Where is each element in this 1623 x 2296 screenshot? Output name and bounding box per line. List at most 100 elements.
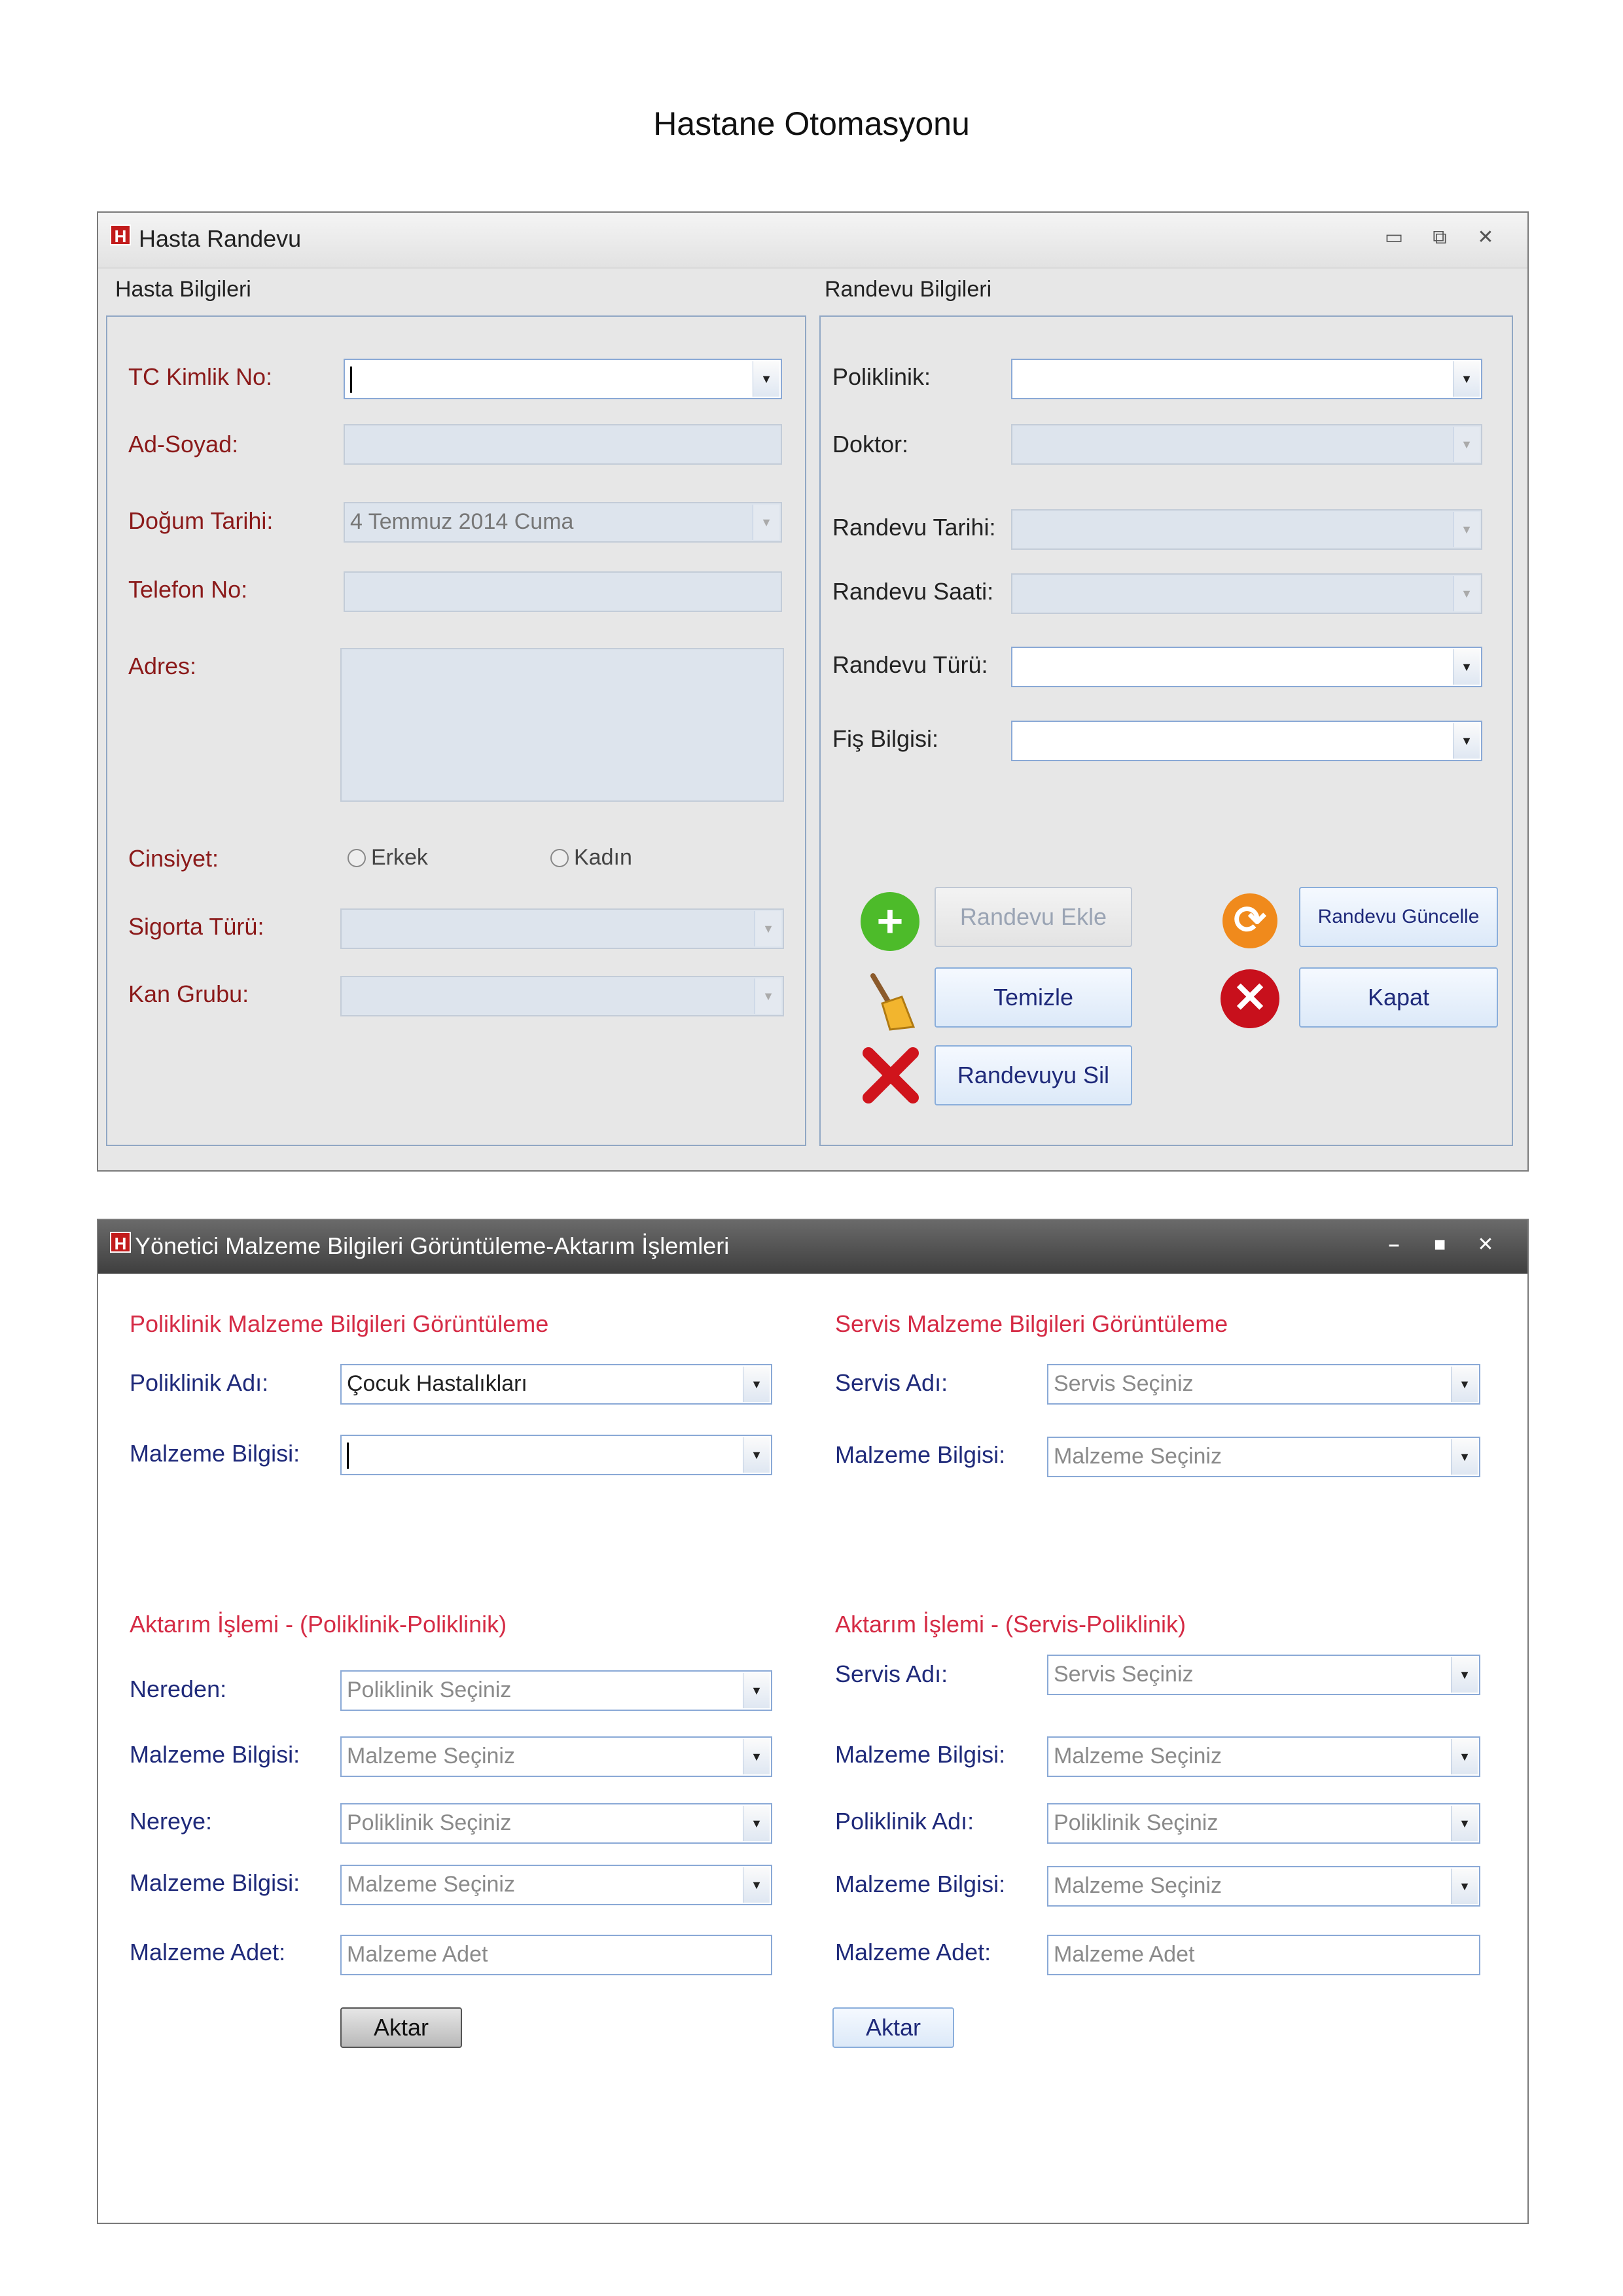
malzeme-bilgisi-field[interactable]: ▼: [340, 1435, 772, 1475]
app-logo-icon: H: [110, 224, 131, 246]
malzeme-bilgisi-label: Malzeme Bilgisi:: [130, 1440, 300, 1467]
fis-field[interactable]: ▼: [1011, 721, 1482, 761]
adres-field[interactable]: [340, 648, 784, 802]
malzeme-adet-field[interactable]: Malzeme Adet: [340, 1935, 772, 1975]
minimize-icon[interactable]: ▭: [1381, 224, 1407, 251]
chevron-down-icon[interactable]: ▼: [1453, 723, 1480, 759]
nereye-label: Nereye:: [130, 1808, 213, 1835]
aktar-servis-button[interactable]: Aktar: [832, 2007, 954, 2048]
app-logo-icon: H: [110, 1232, 131, 1253]
window-title: Yönetici Malzeme Bilgileri Görüntüleme-A…: [135, 1232, 730, 1259]
poliklinik-transfer-title: Aktarım İşlemi - (Poliklinik-Poliklinik): [130, 1611, 507, 1638]
randevu-turu-label: Randevu Türü:: [832, 651, 988, 678]
transfer-poliklinik-label: Poliklinik Adı:: [835, 1808, 974, 1835]
chevron-down-icon[interactable]: ▼: [1451, 1806, 1478, 1841]
maximize-icon[interactable]: ⧉: [1427, 224, 1453, 251]
chevron-down-icon[interactable]: ▼: [1451, 1439, 1478, 1475]
kan-field[interactable]: ▼: [340, 976, 784, 1016]
transfer-servis-malzeme1-label: Malzeme Bilgisi:: [835, 1741, 1006, 1768]
chevron-down-icon[interactable]: ▼: [1453, 576, 1480, 611]
kadin-radio[interactable]: [550, 849, 569, 867]
transfer-poliklinik-field[interactable]: Poliklinik Seçiniz ▼: [1047, 1803, 1480, 1844]
malzeme-adet-label: Malzeme Adet:: [130, 1939, 286, 1965]
servis-adi-label: Servis Adı:: [835, 1369, 948, 1396]
cancel-icon: ✕: [1221, 969, 1279, 1028]
chevron-down-icon[interactable]: ▼: [743, 1437, 770, 1473]
transfer-malzeme1-field[interactable]: Malzeme Seçiniz ▼: [340, 1736, 772, 1777]
ad-soyad-label: Ad-Soyad:: [128, 431, 239, 457]
poliklinik-adi-field[interactable]: Çocuk Hastalıkları ▼: [340, 1364, 772, 1405]
telefon-field[interactable]: [344, 571, 782, 612]
erkek-label: Erkek: [371, 845, 428, 870]
chevron-down-icon[interactable]: ▼: [1453, 649, 1480, 685]
randevu-tarihi-field[interactable]: ▼: [1011, 509, 1482, 550]
nereden-field[interactable]: Poliklinik Seçiniz ▼: [340, 1670, 772, 1711]
refresh-icon: ⟳: [1222, 893, 1277, 948]
text-cursor: [347, 1443, 349, 1469]
randevu-saati-field[interactable]: ▼: [1011, 573, 1482, 614]
servis-adi-field[interactable]: Servis Seçiniz ▼: [1047, 1364, 1480, 1405]
erkek-radio[interactable]: [348, 849, 366, 867]
transfer-servis-adet-field[interactable]: Malzeme Adet: [1047, 1935, 1480, 1975]
transfer-servis-field[interactable]: Servis Seçiniz ▼: [1047, 1655, 1480, 1695]
chevron-down-icon[interactable]: ▼: [743, 1673, 770, 1708]
kapat-button[interactable]: Kapat: [1299, 967, 1498, 1028]
poliklinik-field[interactable]: ▼: [1011, 359, 1482, 399]
randevuyu-sil-button[interactable]: Randevuyu Sil: [935, 1045, 1132, 1105]
adres-label: Adres:: [128, 653, 197, 679]
tc-label: TC Kimlik No:: [128, 363, 273, 390]
nereye-field[interactable]: Poliklinik Seçiniz ▼: [340, 1803, 772, 1844]
title-bar: H Hasta Randevu ▭ ⧉ ✕: [98, 213, 1527, 268]
chevron-down-icon[interactable]: ▼: [755, 978, 781, 1014]
chevron-down-icon[interactable]: ▼: [1453, 361, 1480, 397]
chevron-down-icon[interactable]: ▼: [753, 361, 779, 397]
servis-malzeme-placeholder: Malzeme Seçiniz: [1054, 1444, 1222, 1469]
appointment-group-title: Randevu Bilgileri: [825, 277, 992, 302]
chevron-down-icon[interactable]: ▼: [1451, 1739, 1478, 1774]
chevron-down-icon[interactable]: ▼: [1453, 512, 1480, 547]
ad-soyad-field[interactable]: [344, 424, 782, 465]
chevron-down-icon[interactable]: ▼: [1451, 1657, 1478, 1693]
transfer-malzeme1-placeholder: Malzeme Seçiniz: [347, 1744, 515, 1768]
dogum-field[interactable]: 4 Temmuz 2014 Cuma ▼: [344, 502, 782, 543]
chevron-down-icon[interactable]: ▼: [1451, 1367, 1478, 1402]
transfer-malzeme2-field[interactable]: Malzeme Seçiniz ▼: [340, 1865, 772, 1905]
transfer-servis-placeholder: Servis Seçiniz: [1054, 1662, 1194, 1687]
sigorta-field[interactable]: ▼: [340, 908, 784, 949]
malzeme-window: H Yönetici Malzeme Bilgileri Görüntüleme…: [97, 1219, 1529, 2224]
sigorta-label: Sigorta Türü:: [128, 913, 264, 940]
cinsiyet-label: Cinsiyet:: [128, 845, 219, 872]
kadin-label: Kadın: [574, 845, 632, 870]
chevron-down-icon[interactable]: ▼: [743, 1806, 770, 1841]
randevu-tarihi-label: Randevu Tarihi:: [832, 514, 996, 541]
close-icon[interactable]: ✕: [1472, 1232, 1499, 1258]
transfer-servis-malzeme1-field[interactable]: Malzeme Seçiniz ▼: [1047, 1736, 1480, 1777]
chevron-down-icon[interactable]: ▼: [755, 911, 781, 946]
chevron-down-icon[interactable]: ▼: [1451, 1869, 1478, 1904]
randevu-guncelle-button[interactable]: Randevu Güncelle: [1299, 887, 1498, 947]
aktar-button[interactable]: Aktar: [340, 2007, 462, 2048]
servis-malzeme-label: Malzeme Bilgisi:: [835, 1441, 1006, 1468]
title-bar: H Yönetici Malzeme Bilgileri Görüntüleme…: [98, 1220, 1527, 1274]
randevu-ekle-button[interactable]: Randevu Ekle: [935, 887, 1132, 947]
minimize-icon[interactable]: –: [1381, 1232, 1407, 1258]
text-cursor: [350, 367, 352, 393]
doktor-label: Doktor:: [832, 431, 909, 457]
randevu-turu-field[interactable]: ▼: [1011, 647, 1482, 687]
servis-malzeme-field[interactable]: Malzeme Seçiniz ▼: [1047, 1437, 1480, 1477]
hasta-randevu-window: H Hasta Randevu ▭ ⧉ ✕ Hasta Bilgileri TC…: [97, 211, 1529, 1172]
close-icon[interactable]: ✕: [1472, 224, 1499, 251]
maximize-icon[interactable]: ■: [1427, 1232, 1453, 1258]
temizle-button[interactable]: Temizle: [935, 967, 1132, 1028]
tc-field[interactable]: ▼: [344, 359, 782, 399]
chevron-down-icon[interactable]: ▼: [1453, 427, 1480, 462]
chevron-down-icon[interactable]: ▼: [743, 1867, 770, 1903]
transfer-servis-malzeme2-field[interactable]: Malzeme Seçiniz ▼: [1047, 1866, 1480, 1907]
doktor-field[interactable]: ▼: [1011, 424, 1482, 465]
servis-adi-placeholder: Servis Seçiniz: [1054, 1371, 1194, 1396]
kan-label: Kan Grubu:: [128, 980, 249, 1007]
chevron-down-icon[interactable]: ▼: [753, 505, 779, 540]
chevron-down-icon[interactable]: ▼: [743, 1739, 770, 1774]
chevron-down-icon[interactable]: ▼: [743, 1367, 770, 1402]
window-title: Hasta Randevu: [139, 225, 302, 252]
